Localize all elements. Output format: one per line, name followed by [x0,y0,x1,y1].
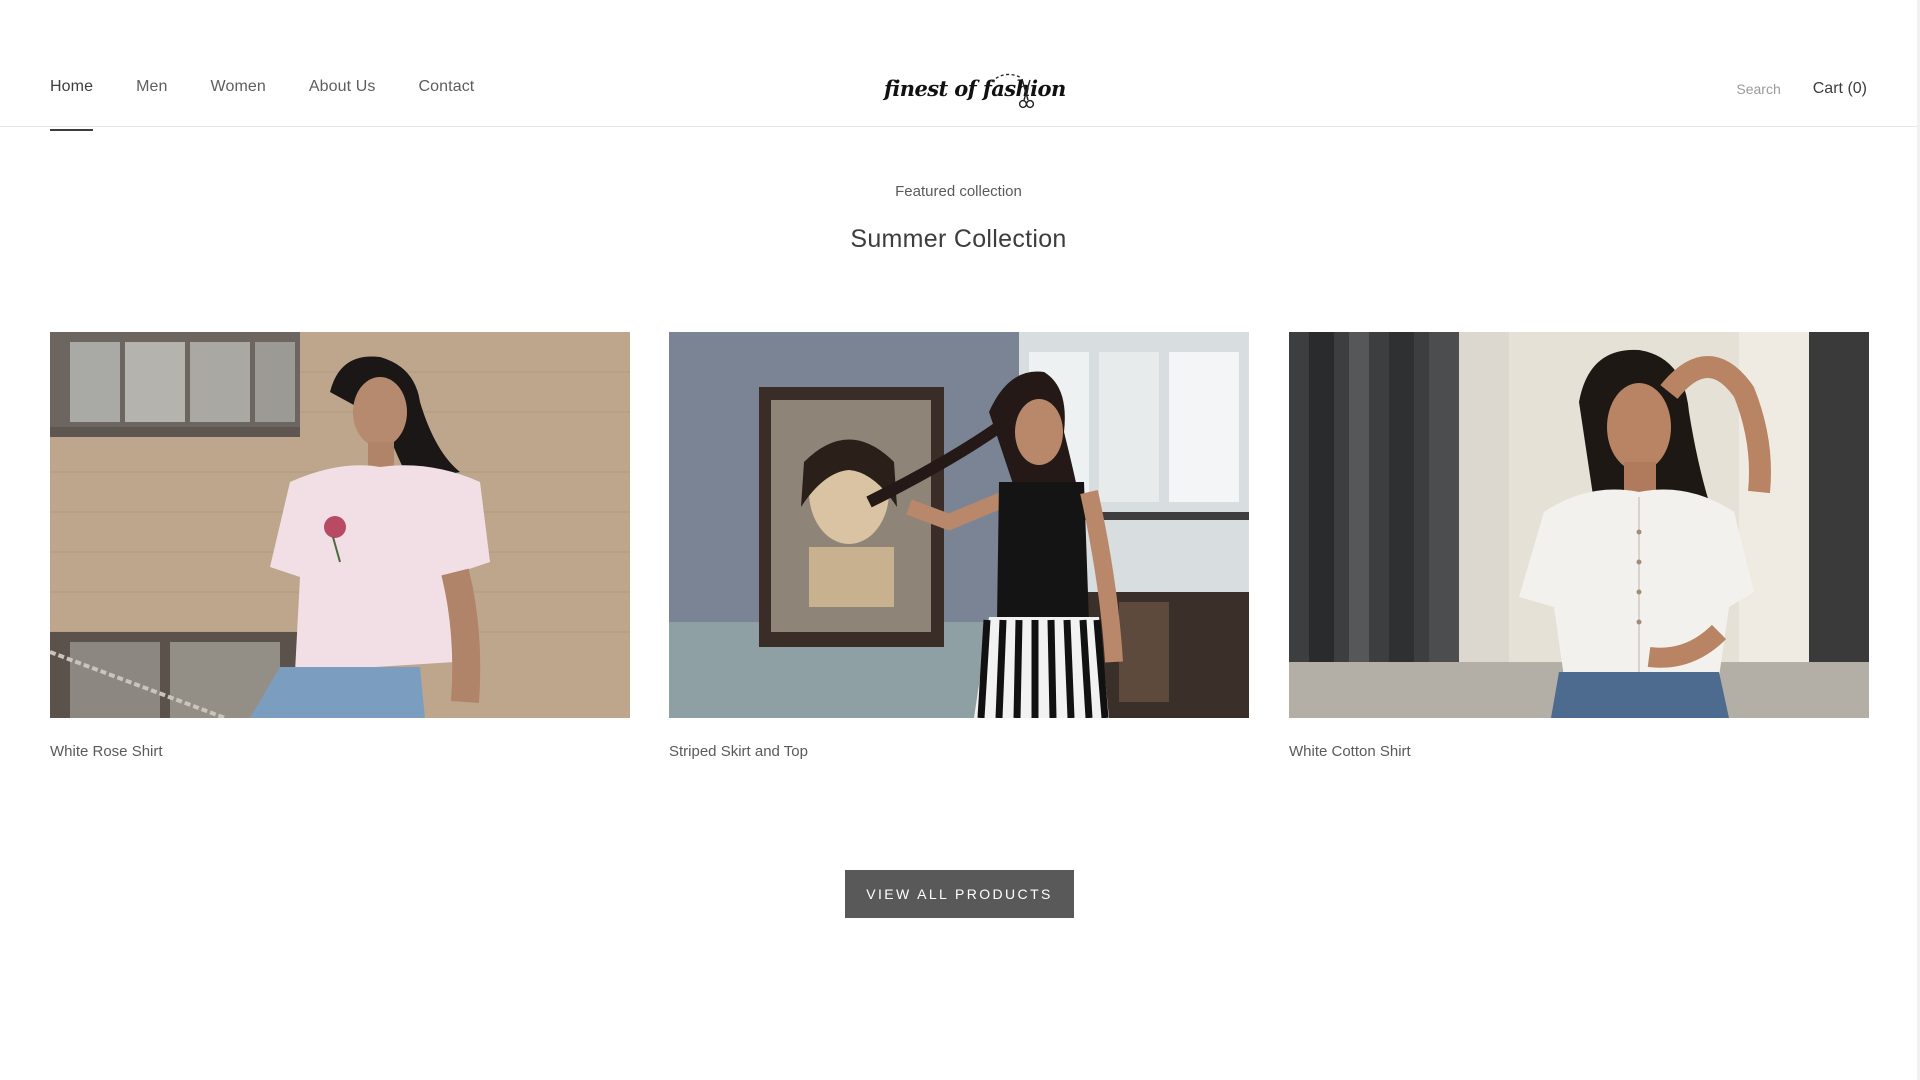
nav-item-about-us[interactable]: About Us [309,78,376,129]
product-image[interactable] [669,332,1249,718]
search-link[interactable]: Search [1736,81,1780,97]
product-photo-white-cotton-shirt [1289,332,1869,718]
product-name[interactable]: Striped Skirt and Top [669,743,1249,760]
cart-link[interactable]: Cart (0) [1813,80,1867,98]
nav-item-contact[interactable]: Contact [419,78,475,129]
cart-count: (0) [1847,80,1867,97]
nav-item-men[interactable]: Men [136,78,167,129]
product-name[interactable]: White Cotton Shirt [1289,743,1869,760]
product-photo-striped-skirt-and-top [669,332,1249,718]
product-name[interactable]: White Rose Shirt [50,743,630,760]
site-header: Home Men Women About Us Contact finest o… [0,0,1917,131]
product-card[interactable]: Striped Skirt and Top [669,332,1249,760]
view-all-products-button[interactable]: VIEW ALL PRODUCTS [845,870,1074,918]
product-photo-white-rose-shirt [50,332,630,718]
nav-item-women[interactable]: Women [211,78,266,129]
store-logo[interactable]: finest of fashion [884,70,1066,112]
header-actions: Search Cart (0) [1736,80,1867,98]
scissors-icon [987,73,1034,109]
product-image[interactable] [50,332,630,718]
product-card[interactable]: White Rose Shirt [50,332,630,760]
nav-item-home[interactable]: Home [50,78,94,131]
product-image[interactable] [1289,332,1869,718]
product-card[interactable]: White Cotton Shirt [1289,332,1869,760]
main-nav: Home Men Women About Us Contact [50,78,475,131]
cart-label: Cart [1812,80,1843,97]
section-title: Summer Collection [850,225,1067,253]
logo-text: finest of fashion [884,76,1066,101]
section-subtitle: Featured collection [895,183,1022,200]
